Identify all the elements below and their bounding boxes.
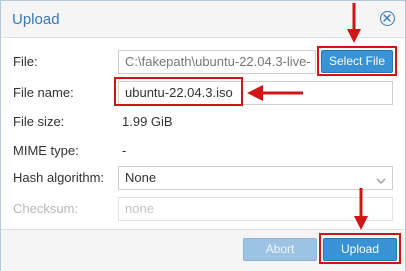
file-size-value: 1.99 GiB bbox=[122, 114, 173, 129]
checksum-input: none bbox=[118, 197, 393, 221]
dialog-footer: Abort Upload bbox=[1, 229, 405, 271]
upload-button[interactable]: Upload bbox=[323, 238, 397, 261]
chevron-down-icon[interactable] bbox=[375, 172, 387, 184]
file-name-input[interactable]: ubuntu-22.04.3.iso bbox=[118, 81, 393, 105]
hash-algorithm-value: None bbox=[125, 170, 157, 185]
abort-button: Abort bbox=[243, 238, 317, 261]
mime-type-label: MIME type: bbox=[13, 143, 79, 158]
file-label: File: bbox=[13, 54, 38, 69]
dialog-title: Upload bbox=[12, 11, 60, 28]
close-icon[interactable] bbox=[380, 11, 395, 26]
upload-dialog: Upload File: C:\fakepath\ubuntu-22.04.3-… bbox=[0, 0, 406, 271]
hash-algorithm-label: Hash algorithm: bbox=[13, 170, 105, 185]
file-name-label: File name: bbox=[13, 85, 74, 100]
file-path-field: C:\fakepath\ubuntu-22.04.3-live- bbox=[118, 50, 316, 74]
file-size-label: File size: bbox=[13, 114, 65, 129]
mime-type-value: - bbox=[122, 143, 127, 158]
select-file-button[interactable]: Select File bbox=[321, 50, 393, 73]
checksum-label: Checksum: bbox=[13, 201, 79, 216]
hash-algorithm-select[interactable]: None bbox=[118, 166, 393, 190]
dialog-titlebar: Upload bbox=[1, 1, 405, 38]
